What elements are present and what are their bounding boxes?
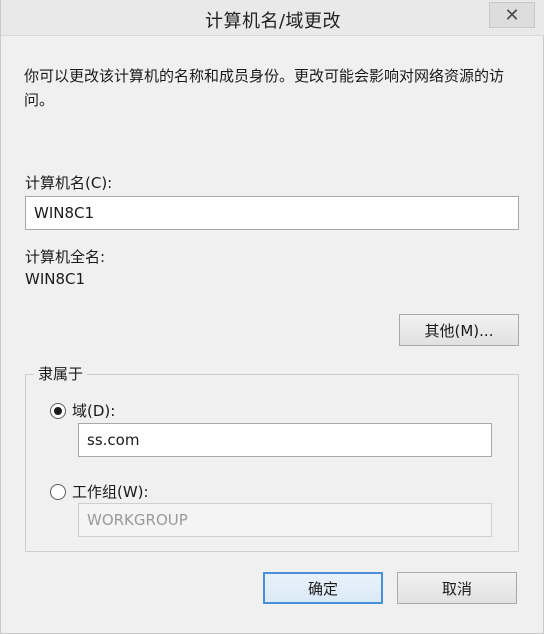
workgroup-radio-option[interactable]: 工作组(W): <box>50 481 149 502</box>
member-of-legend: 隶属于 <box>34 363 88 384</box>
workgroup-input: WORKGROUP <box>78 503 492 537</box>
domain-input[interactable]: ss.com <box>78 423 492 457</box>
dialog-window: 计算机名/域更改 ✕ 你可以更改该计算机的名称和成员身份。更改可能会影响对网络资… <box>0 0 544 634</box>
domain-radio-option[interactable]: 域(D): <box>50 400 115 421</box>
domain-radio[interactable] <box>50 402 66 419</box>
title-bar: 计算机名/域更改 ✕ <box>1 0 544 36</box>
domain-label: 域(D): <box>72 402 116 420</box>
computer-name-label: 计算机名(C): <box>25 174 113 192</box>
close-icon: ✕ <box>504 4 520 26</box>
more-button[interactable]: 其他(M)... <box>399 314 519 346</box>
workgroup-radio[interactable] <box>50 483 66 500</box>
member-of-group: 隶属于 域(D): ss.com 工作组(W): WORKGROUP <box>25 363 519 552</box>
computer-name-input[interactable]: WIN8C1 <box>25 196 519 230</box>
dialog-body: 你可以更改该计算机的名称和成员身份。更改可能会影响对网络资源的访问。 计算机名(… <box>9 44 535 626</box>
cancel-button[interactable]: 取消 <box>397 572 517 604</box>
full-name-value: WIN8C1 <box>25 270 86 288</box>
full-name-label: 计算机全名: <box>25 248 106 266</box>
close-button[interactable]: ✕ <box>489 2 535 28</box>
description-text: 你可以更改该计算机的名称和成员身份。更改可能会影响对网络资源的访问。 <box>24 67 505 109</box>
ok-button[interactable]: 确定 <box>263 572 383 604</box>
dialog-title: 计算机名/域更改 <box>204 11 342 32</box>
workgroup-label: 工作组(W): <box>72 483 149 501</box>
